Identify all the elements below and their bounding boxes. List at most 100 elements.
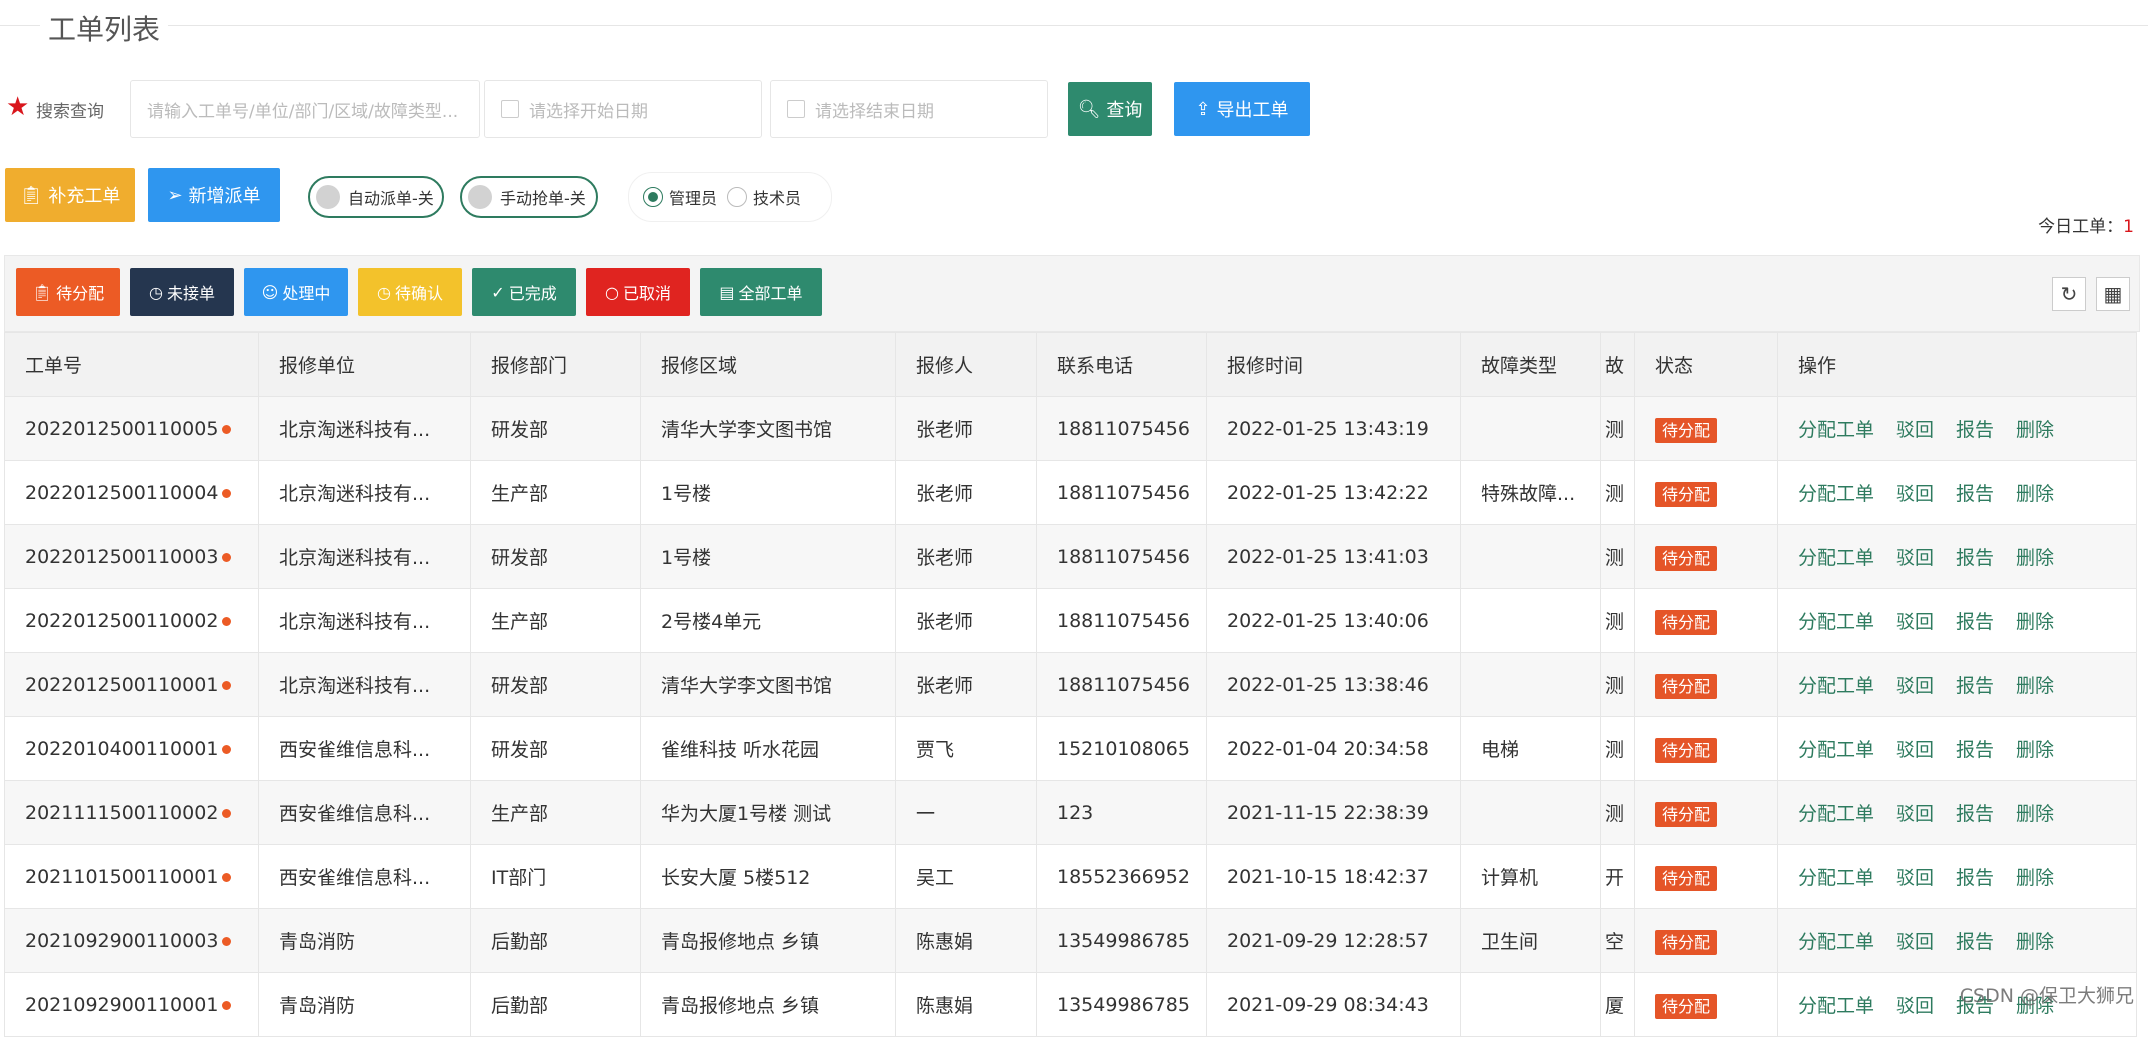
row-action-link[interactable]: 驳回 [1896,611,1934,633]
row-action-link[interactable]: 报告 [1956,483,1994,505]
row-action-link[interactable]: 驳回 [1896,739,1934,761]
row-action-link[interactable]: 分配工单 [1798,931,1874,953]
row-action-link[interactable]: 删除 [2016,931,2054,953]
column-settings-button[interactable]: ▦ [2096,277,2130,311]
row-action-link[interactable]: 驳回 [1896,931,1934,953]
table-row: 2021092900110003 青岛消防 后勤部 青岛报修地点 乡镇 陈惠娟 13549… [4,908,2137,973]
table-cell: 18811075456 [1036,524,1207,589]
cell-text: 18811075456 [1057,545,1190,568]
toggle-knob [316,185,340,209]
row-action-link[interactable]: 驳回 [1896,483,1934,505]
row-action-link[interactable]: 删除 [2016,419,2054,441]
column-header: 报修时间 [1206,332,1461,397]
keyword-search-input[interactable]: 请输入工单号/单位/部门/区域/故障类型... [130,80,480,138]
status-filter-button[interactable]: ▤ 全部工单 [700,268,822,316]
row-action-link[interactable]: 分配工单 [1798,867,1874,889]
cell-text: 2022012500110004 [25,481,219,504]
table-cell: 张老师 [895,524,1037,589]
row-action-link[interactable]: 分配工单 [1798,419,1874,441]
radio-admin[interactable]: 管理员 [643,185,717,209]
status-filter-button[interactable]: ✓ 已完成 [472,268,576,316]
row-action-link[interactable]: 报告 [1956,547,1994,569]
refresh-button[interactable]: ↻ [2052,277,2086,311]
table-cell: 2022-01-04 20:34:58 [1206,716,1461,781]
cell-text: 西安雀维信息科... [279,739,431,761]
row-action-link[interactable]: 删除 [2016,611,2054,633]
table-cell [1460,780,1601,845]
row-action-link[interactable]: 分配工单 [1798,611,1874,633]
cell-text: 2022-01-25 13:40:06 [1227,609,1429,632]
manual-grab-toggle[interactable]: 手动抢单-关 [460,176,598,218]
table-cell: 待分配 [1634,844,1778,909]
table-cell: 13549986785 [1036,972,1207,1037]
row-action-link[interactable]: 删除 [2016,547,2054,569]
row-action-link[interactable]: 驳回 [1896,995,1934,1017]
cell-text: 2022012500110003 [25,545,219,568]
row-action-link[interactable]: 分配工单 [1798,803,1874,825]
row-action-link[interactable]: 报告 [1956,867,1994,889]
status-filter-button[interactable]: 📋︎ 待分配 [16,268,120,316]
row-action-link[interactable]: 报告 [1956,803,1994,825]
row-action-link[interactable]: 删除 [2016,739,2054,761]
column-header: 报修人 [895,332,1037,397]
status-filter-button[interactable]: ☺ 处理中 [244,268,348,316]
row-action-link[interactable]: 分配工单 [1798,739,1874,761]
actions-cell: 分配工单 驳回 报告 删除 [1777,460,2137,525]
row-action-link[interactable]: 报告 [1956,419,1994,441]
export-button[interactable]: ⇪ 导出工单 [1174,82,1310,136]
actions-cell: 分配工单 驳回 报告 删除 [1777,524,2137,589]
row-action-link[interactable]: 驳回 [1896,803,1934,825]
table-cell: 测 [1600,780,1635,845]
column-header: 故障类型 [1460,332,1601,397]
supplement-order-button[interactable]: 📋︎ 补充工单 [5,168,135,222]
table-cell: 一 [895,780,1037,845]
radio-technician[interactable]: 技术员 [727,185,801,209]
row-action-link[interactable]: 报告 [1956,675,1994,697]
row-action-link[interactable]: 删除 [2016,483,2054,505]
row-action-link[interactable]: 报告 [1956,611,1994,633]
table-cell: 青岛消防 [258,972,471,1037]
table-cell: 计算机 [1460,844,1601,909]
new-dispatch-button[interactable]: ➢ 新增派单 [148,168,280,222]
cell-text: 长安大厦 5楼512 [661,867,811,889]
row-action-link[interactable]: 删除 [2016,867,2054,889]
end-date-input[interactable]: 请选择结束日期 [770,80,1048,138]
cell-text: 1号楼 [661,483,712,505]
table-row: 2021101500110001 西安雀维信息科... IT部门 长安大厦 5楼512… [4,844,2137,909]
row-action-link[interactable]: 驳回 [1896,675,1934,697]
cell-text: 雀维科技 听水花园 [661,739,820,761]
table-cell: 18811075456 [1036,652,1207,717]
table-cell: 2022012500110002 [4,588,259,653]
table-cell: 生产部 [470,460,641,525]
row-action-link[interactable]: 驳回 [1896,867,1934,889]
end-date-placeholder: 请选择结束日期 [815,101,934,122]
row-action-link[interactable]: 报告 [1956,931,1994,953]
table-cell: 陈惠娟 [895,972,1037,1037]
table-cell: 西安雀维信息科... [258,780,471,845]
cell-text: 测 [1605,803,1625,825]
row-action-link[interactable]: 删除 [2016,803,2054,825]
cell-text: 2021101500110001 [25,865,219,888]
status-filter-button[interactable]: ○ 已取消 [586,268,690,316]
toggle-knob [468,185,492,209]
export-icon: ⇪ [1195,98,1211,120]
row-action-link[interactable]: 驳回 [1896,547,1934,569]
table-cell [1460,972,1601,1037]
cell-text: 2021-09-29 12:28:57 [1227,929,1429,952]
row-action-link[interactable]: 分配工单 [1798,675,1874,697]
row-action-link[interactable]: 驳回 [1896,419,1934,441]
row-action-link[interactable]: 分配工单 [1798,547,1874,569]
row-action-link[interactable]: 删除 [2016,675,2054,697]
cell-text: 123 [1057,801,1094,824]
start-date-input[interactable]: 请选择开始日期 [484,80,762,138]
status-filter-button[interactable]: ◷ 待确认 [358,268,462,316]
cell-text: 北京淘迷科技有... [279,483,431,505]
row-action-link[interactable]: 分配工单 [1798,995,1874,1017]
auto-dispatch-toggle[interactable]: 自动派单-关 [308,176,444,218]
row-action-link[interactable]: 报告 [1956,739,1994,761]
row-action-link[interactable]: 分配工单 [1798,483,1874,505]
status-filter-button[interactable]: ◷ 未接单 [130,268,234,316]
cell-text: 吴工 [916,867,955,889]
query-button[interactable]: 🔍︎ 查询 [1068,82,1152,136]
today-label: 今日工单： [2038,217,2124,237]
